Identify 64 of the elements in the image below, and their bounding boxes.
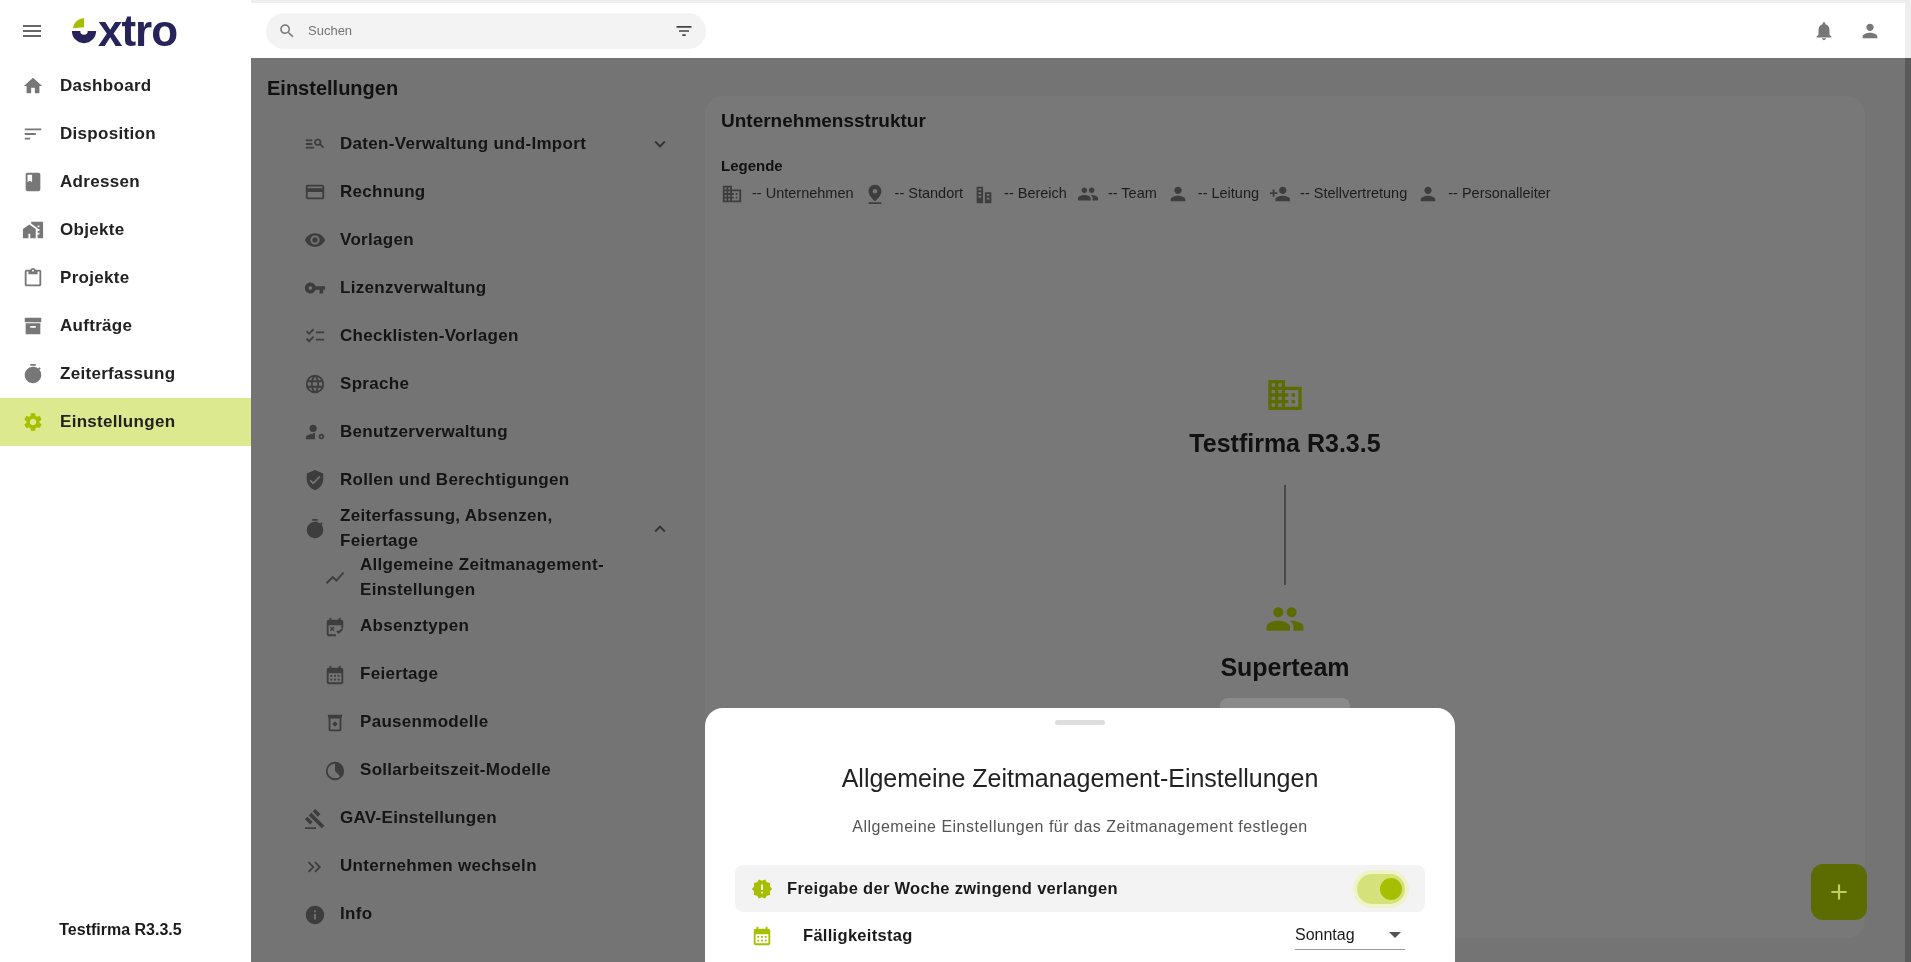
settings-icon [22,411,44,433]
logo-text: xtro [98,9,178,53]
nav-item[interactable]: Adressen [0,158,251,206]
menu-item[interactable]: Benutzerverwaltung [267,408,701,456]
nav-item[interactable]: Aufträge [0,302,251,350]
menu-item[interactable]: Rollen und Berechtigungen [267,456,701,504]
submenu-item[interactable]: Pausenmodelle [267,698,701,747]
sheet-title: Allgemeine Zeitmanagement-Einstellungen [840,763,1320,793]
menu-item[interactable]: Unternehmen wechseln [267,842,701,891]
buildings-icon [22,219,44,241]
calendar-icon [324,615,346,638]
legend-title: Legende [721,155,784,176]
sheet-subtitle: Allgemeine Einstellungen für das Zeitmanagement festlegen [851,817,1309,837]
submenu-item[interactable]: Feiertage [267,650,701,699]
search-icon [278,21,296,40]
nav-item[interactable]: Disposition [0,110,251,158]
nav-item[interactable]: Dashboard [0,62,251,110]
calendar-icon [324,663,346,686]
menu-item[interactable]: Vorlagen [267,216,701,264]
legend-label: -- Standort [894,184,964,204]
archive-icon [22,315,44,337]
menu-item[interactable]: Sprache [267,360,701,408]
company-name: Testfirma R3.3.5 [58,920,183,940]
globe-icon [304,373,326,395]
submenu-item[interactable]: Sollarbeitszeit-Modelle [267,746,701,795]
legend-label: -- Team [1107,184,1157,204]
day-select[interactable]: Sonntag [1295,921,1405,950]
drag-handle[interactable] [1055,720,1105,725]
menu-item[interactable]: Info [267,890,701,939]
setting-label: Freigabe der Woche zwingend verlangen [787,878,1119,900]
calendar-icon [751,924,773,947]
legend-label: -- Stellvertretung [1300,184,1408,204]
menu-item[interactable]: Zeiterfassung, Absenzen, Feiertage [267,504,701,554]
legend-label: -- Leitung [1197,184,1260,204]
caret-icon [1389,932,1401,938]
stopwatch-icon [304,517,326,540]
menu-item[interactable]: Daten-Verwaltung und-Import [267,120,701,168]
submenu-item[interactable]: Absenztypen [267,602,701,651]
legend-label: -- Unternehmen [752,184,854,204]
menu-item[interactable]: Lizenzverwaltung [267,264,701,312]
menu-item[interactable]: GAV-Einstellungen [267,794,701,843]
stopwatch-icon [22,363,44,385]
node-name[interactable]: Testfirma R3.3.5 [1189,425,1381,463]
nav-item[interactable]: Projekte [0,254,251,302]
search-field[interactable]: Suchen [306,19,664,42]
nav-item[interactable]: Zeiterfassung [0,350,251,398]
setting-label: Fälligkeitstag [803,925,914,947]
shield-icon [304,469,326,491]
submenu-item[interactable]: Allgemeine Zeitmanagement-Einstellungen [267,553,701,603]
legend-label: -- Bereich [1004,184,1067,204]
alert-badge-icon [751,877,773,900]
search-bar[interactable]: Suchen [266,12,706,49]
nav-item[interactable]: Einstellungen [0,398,251,446]
clipboard-icon [22,267,44,289]
menu-item[interactable]: Checklisten-Vorlagen [267,312,701,360]
info-icon [304,903,326,926]
node-name[interactable]: Superteam [1220,648,1350,687]
legend-label: -- Personalleiter [1448,184,1551,204]
pie-icon [324,759,346,782]
card-title: Unternehmensstruktur [721,110,927,133]
menu-item[interactable]: Rechnung [267,168,701,216]
section-title: Einstellungen [267,76,400,100]
gavel-icon [304,807,326,830]
nav-item[interactable]: Objekte [0,206,251,254]
